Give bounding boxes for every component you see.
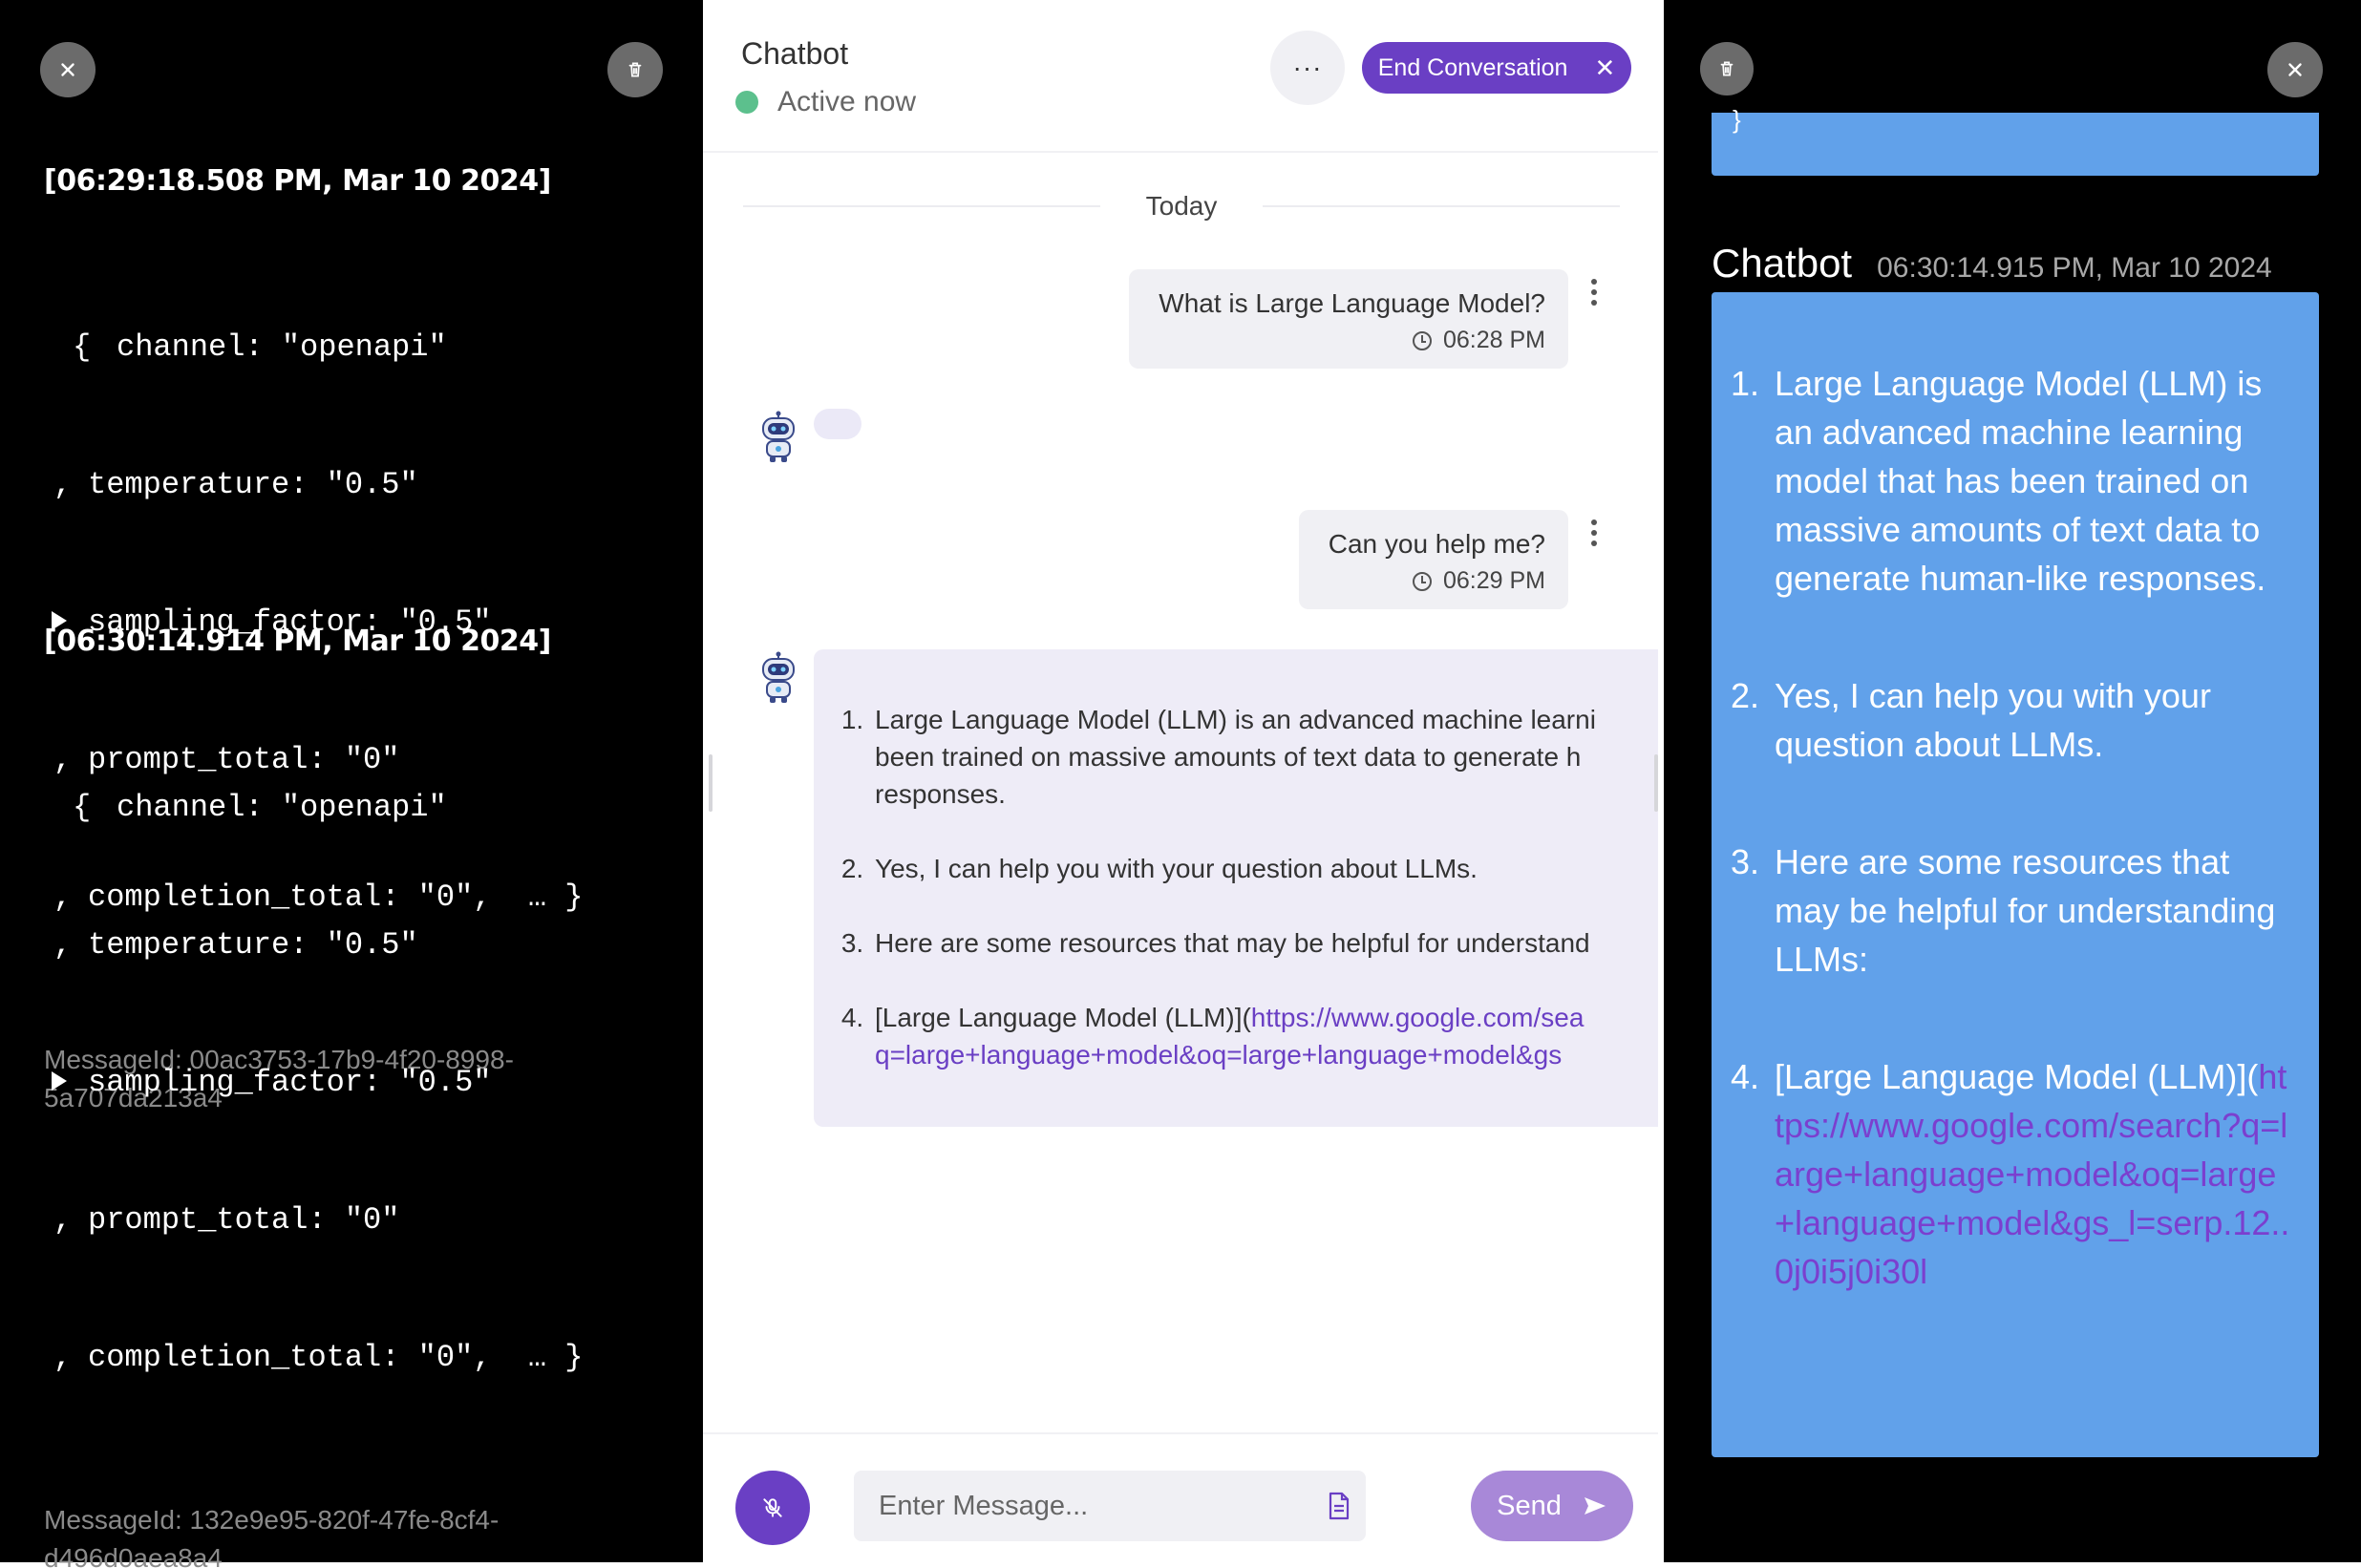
clock-icon [1412, 571, 1432, 591]
online-dot-icon [735, 91, 758, 114]
detail-answer-item: Here are some resources that may be help… [1769, 837, 2296, 984]
mic-button[interactable] [735, 1471, 810, 1545]
bot-answer-item: Here are some resources that may be help… [871, 924, 1658, 962]
previous-detail-bubble: } [1712, 107, 2319, 176]
detail-answer-item: Large Language Model (LLM) is an advance… [1769, 359, 2296, 603]
clock-icon [1412, 330, 1432, 350]
chat-title: Chatbot [741, 36, 849, 71]
resize-handle-left[interactable] [709, 754, 713, 812]
trash-icon [1720, 61, 1734, 76]
attach-document-icon[interactable] [1328, 1492, 1351, 1520]
bot-answer-item: Yes, I can help you with your question a… [871, 850, 1658, 887]
close-icon [2288, 63, 2302, 76]
log-panel: [06:29:18.508 PM, Mar 10 2024] {channel:… [0, 0, 703, 1568]
message-id: MessageId: 132e9e95-820f-47fe-8cf4-d496d… [44, 1505, 500, 1568]
detail-header: Chatbot 06:30:14.915 PM, Mar 10 2024 [1712, 241, 2272, 286]
detail-bubble: Large Language Model (LLM) is an advance… [1712, 292, 2319, 1457]
expand-arrow-icon[interactable] [44, 1060, 88, 1106]
bot-avatar-icon [762, 411, 795, 462]
clear-log-button[interactable] [607, 42, 663, 97]
chat-panel: Chatbot Active now ··· End Conversation … [703, 0, 1658, 1562]
presence-status: Active now [735, 86, 916, 118]
log-timestamp: [06:30:14.914 PM, Mar 10 2024] [44, 625, 551, 658]
typing-bubble [814, 409, 861, 439]
message-input[interactable] [854, 1471, 1366, 1541]
close-log-panel-button[interactable] [40, 42, 96, 97]
end-conversation-button[interactable]: End Conversation ✕ [1362, 42, 1631, 94]
log-timestamp: [06:29:18.508 PM, Mar 10 2024] [44, 164, 551, 198]
bot-answer-item: Large Language Model (LLM) is an advance… [871, 701, 1658, 813]
send-icon [1584, 1497, 1606, 1515]
message-detail-panel: } Chatbot 06:30:14.915 PM, Mar 10 2024 L… [1664, 0, 2361, 1562]
bot-answer-item: [Large Language Model (LLM)](https://www… [871, 999, 1658, 1073]
close-detail-panel-button[interactable] [2267, 42, 2323, 97]
send-button[interactable]: Send [1471, 1471, 1633, 1541]
user-message: What is Large Language Model? 06:28 PM [1129, 269, 1568, 369]
log-payload: {channel: "openapi" , temperature: "0.5" … [44, 693, 674, 1473]
log-entry: [06:30:14.914 PM, Mar 10 2024] {channel:… [44, 621, 674, 1568]
more-options-button[interactable]: ··· [1270, 31, 1345, 105]
detail-answer-item: [Large Language Model (LLM)](https://www… [1769, 1052, 2296, 1296]
detail-answer-item: Yes, I can help you with your question a… [1769, 671, 2296, 769]
resize-handle-right[interactable] [1654, 754, 1658, 812]
close-icon [61, 63, 74, 76]
delete-detail-button[interactable] [1700, 42, 1754, 95]
day-divider: Today [743, 187, 1620, 225]
chat-header: Chatbot Active now ··· End Conversation … [703, 0, 1658, 153]
sender-name: Chatbot [1712, 241, 1853, 286]
detail-timestamp: 06:30:14.915 PM, Mar 10 2024 [1877, 252, 2272, 284]
message-composer: Send [703, 1432, 1658, 1562]
bot-message: Large Language Model (LLM) is an advance… [814, 649, 1658, 1127]
close-icon: ✕ [1594, 53, 1616, 82]
trash-icon [628, 62, 642, 77]
user-message: Can you help me? 06:29 PM [1299, 510, 1568, 609]
message-menu-button[interactable] [1589, 279, 1599, 306]
bot-avatar-icon [762, 651, 795, 703]
message-menu-button[interactable] [1589, 519, 1599, 546]
resource-link[interactable]: q=large+language+model&oq=large+language… [875, 1040, 1562, 1070]
mic-off-icon [763, 1498, 782, 1517]
resource-link[interactable]: https://www.google.com/sea [1251, 1003, 1585, 1032]
